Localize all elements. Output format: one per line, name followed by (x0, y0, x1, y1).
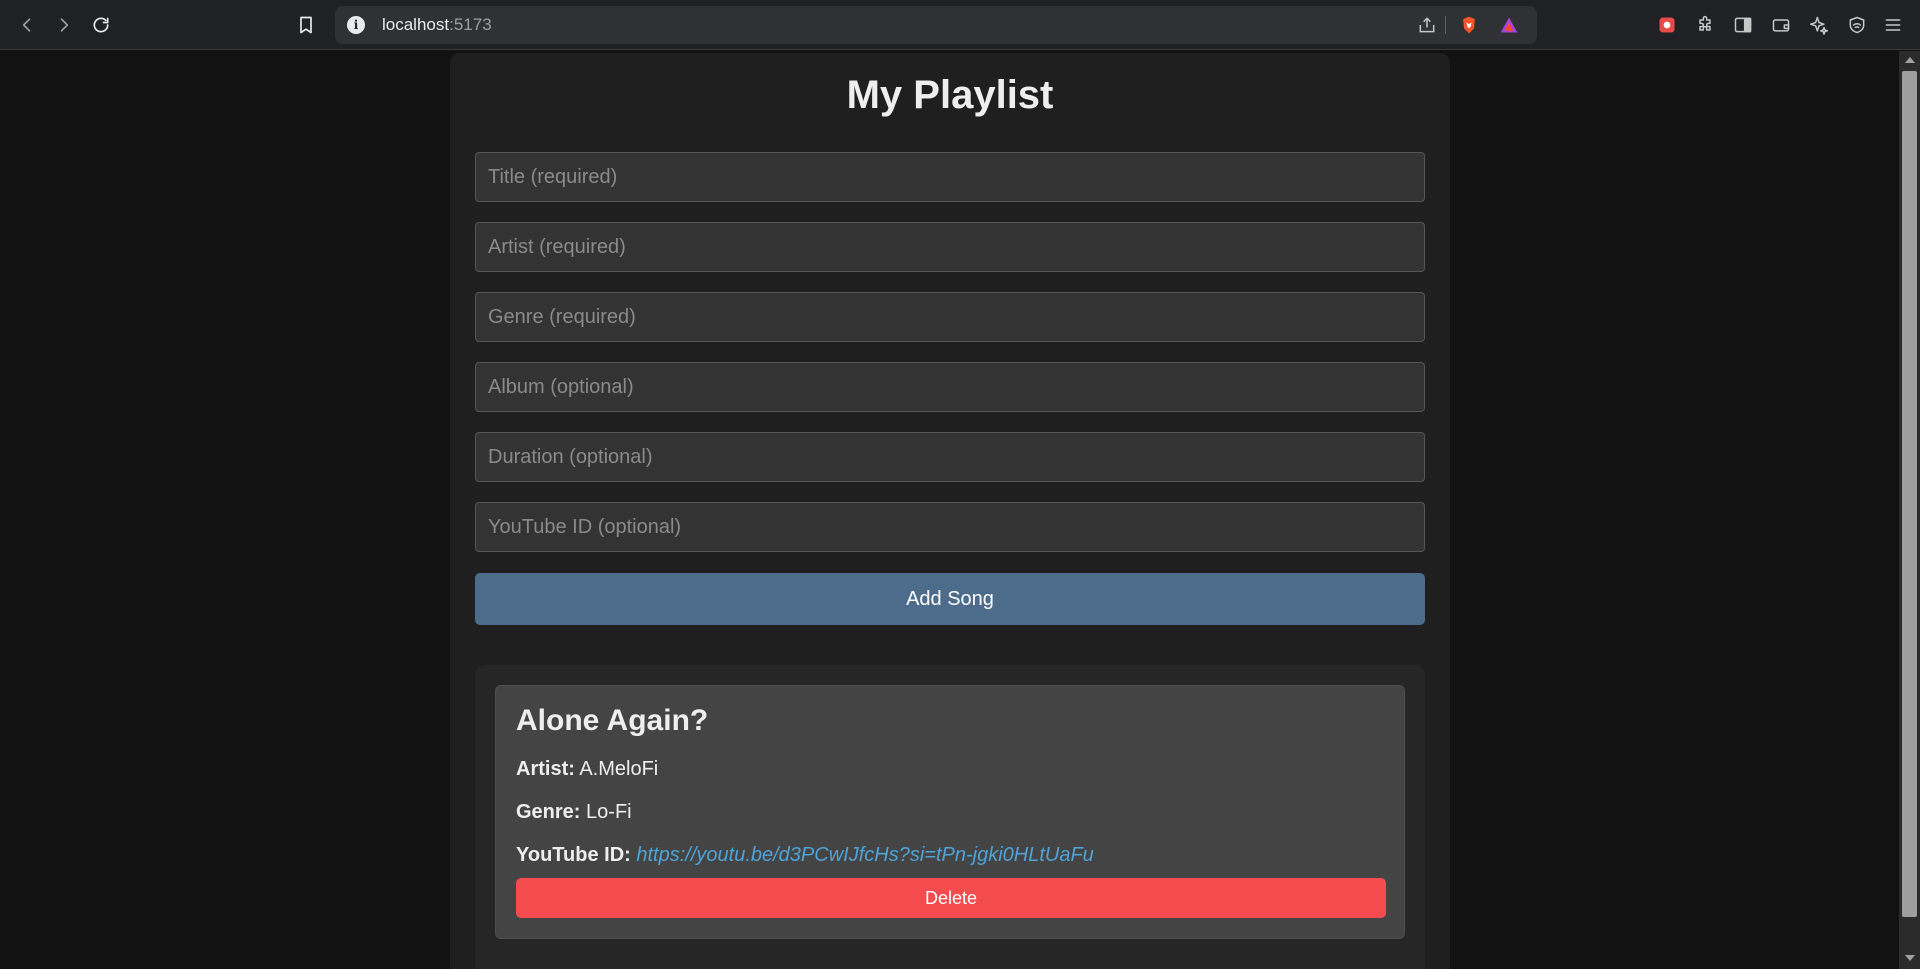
menu-icon[interactable] (1881, 13, 1905, 37)
wallet-icon[interactable] (1769, 13, 1793, 37)
divider (1445, 16, 1446, 34)
scroll-thumb[interactable] (1902, 71, 1917, 917)
reload-icon[interactable] (89, 13, 113, 37)
delete-button[interactable]: Delete (516, 878, 1386, 918)
url-host: localhost (382, 15, 450, 34)
genre-label: Genre: (516, 801, 581, 823)
add-song-button[interactable]: Add Song (475, 573, 1425, 625)
page-viewport: My Playlist Add Song Alone Again? Artist… (0, 51, 1899, 969)
extensions-puzzle-icon[interactable] (1693, 13, 1717, 37)
youtube-id-input[interactable] (475, 502, 1425, 552)
artist-input[interactable] (475, 222, 1425, 272)
brave-shields-icon[interactable] (1457, 14, 1481, 36)
share-icon[interactable] (1415, 14, 1439, 36)
song-card: Alone Again? Artist: A.MeloFi Genre: Lo-… (495, 685, 1405, 939)
genre-input[interactable] (475, 292, 1425, 342)
vpn-shield-icon[interactable] (1845, 13, 1869, 37)
artist-label: Artist: (516, 758, 575, 780)
url-port: :5173 (449, 15, 492, 34)
youtube-label: YouTube ID: (516, 844, 631, 866)
title-input[interactable] (475, 152, 1425, 202)
sidebar-toggle-icon[interactable] (1731, 13, 1755, 37)
site-info-icon[interactable]: i (347, 16, 365, 34)
page-scrollbar[interactable] (1899, 51, 1920, 969)
album-input[interactable] (475, 362, 1425, 412)
url-text[interactable]: localhost:5173 (382, 15, 492, 35)
brave-rewards-icon[interactable] (1497, 14, 1521, 36)
back-icon[interactable] (15, 13, 39, 37)
page-title: My Playlist (846, 73, 1054, 117)
address-bar[interactable]: i localhost:5173 (335, 6, 1537, 44)
scroll-up-arrow-icon[interactable] (1905, 57, 1915, 63)
leo-ai-icon[interactable] (1807, 13, 1831, 37)
bookmark-icon[interactable] (294, 13, 318, 37)
song-genre: Genre: Lo-Fi (516, 801, 632, 824)
scroll-down-arrow-icon[interactable] (1905, 955, 1915, 961)
genre-value: Lo-Fi (586, 801, 632, 823)
browser-toolbar: i localhost:5173 (0, 0, 1920, 50)
song-youtube: YouTube ID: https://youtu.be/d3PCwIJfcHs… (516, 844, 1094, 867)
song-list: Alone Again? Artist: A.MeloFi Genre: Lo-… (475, 665, 1425, 969)
playlist-container: My Playlist Add Song Alone Again? Artist… (450, 53, 1450, 969)
duration-input[interactable] (475, 432, 1425, 482)
extension-red-icon[interactable] (1655, 13, 1679, 37)
artist-value: A.MeloFi (579, 758, 659, 780)
song-title: Alone Again? (516, 704, 709, 737)
forward-icon[interactable] (52, 13, 76, 37)
song-artist: Artist: A.MeloFi (516, 758, 658, 781)
youtube-link[interactable]: https://youtu.be/d3PCwIJfcHs?si=tPn-jgki… (636, 844, 1093, 866)
